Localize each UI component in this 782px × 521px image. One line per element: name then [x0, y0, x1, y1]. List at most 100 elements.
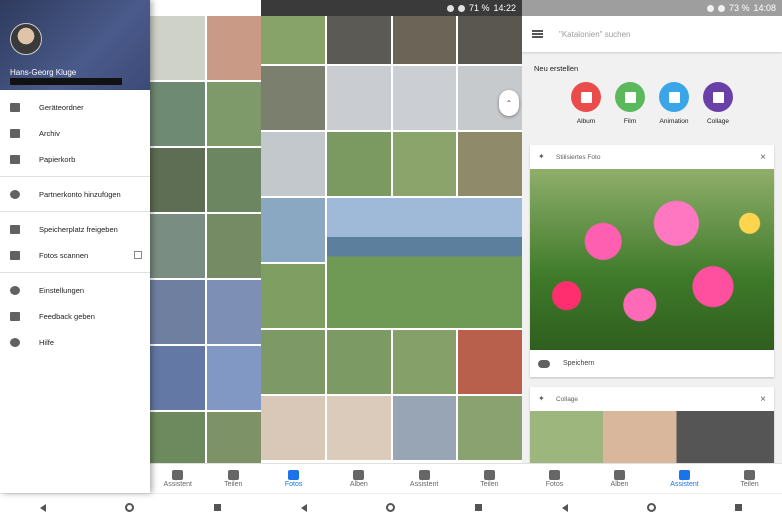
- movie-icon: [615, 82, 645, 112]
- tab-photos[interactable]: Fotos: [522, 464, 587, 493]
- menu-item-free-up-space[interactable]: Speicherplatz freigeben: [0, 216, 150, 242]
- photo-thumb: [206, 16, 261, 80]
- photo-thumb[interactable]: [326, 66, 391, 130]
- photo-thumb[interactable]: [326, 396, 391, 460]
- recents-icon[interactable]: [475, 504, 483, 511]
- photo-thumb: [150, 82, 205, 146]
- back-icon[interactable]: [300, 503, 307, 512]
- menu-label: Archiv: [39, 128, 60, 138]
- archive-icon: [10, 128, 20, 138]
- back-icon[interactable]: [561, 503, 568, 512]
- tab-sharing[interactable]: Teilen: [717, 464, 782, 493]
- tab-sharing[interactable]: Teilen: [457, 464, 522, 493]
- assistant-icon: [418, 469, 430, 480]
- screen-assistant: 73 % 14:08 "Katalonien" suchen Neu erste…: [522, 0, 782, 521]
- stylized-photo-preview[interactable]: [530, 169, 774, 350]
- photo-thumb[interactable]: [326, 132, 391, 196]
- cloud-upload-icon: [538, 359, 550, 368]
- photo-thumb: [150, 280, 205, 344]
- avatar[interactable]: [10, 23, 42, 55]
- create-album-button[interactable]: Album: [571, 82, 601, 125]
- recents-icon[interactable]: [214, 504, 222, 511]
- photoscan-icon: [10, 250, 20, 260]
- sharing-icon: [483, 469, 495, 480]
- menu-item-photoscan[interactable]: Fotos scannen: [0, 242, 150, 268]
- photo-thumb[interactable]: [326, 330, 391, 394]
- settings-icon: [10, 285, 20, 295]
- system-nav-bar: [522, 493, 782, 521]
- tab-assistant[interactable]: Assistent: [652, 464, 717, 493]
- save-button[interactable]: Speichern: [530, 350, 774, 377]
- close-icon[interactable]: ×: [760, 394, 766, 405]
- photo-thumb[interactable]: [261, 264, 325, 328]
- photo-thumb[interactable]: [458, 396, 522, 460]
- tab-sharing[interactable]: Teilen: [206, 464, 262, 493]
- tab-label: Alben: [610, 480, 629, 488]
- menu-label: Fotos scannen: [39, 250, 89, 260]
- free-up-space-icon: [10, 224, 20, 234]
- user-name: Hans-Georg Kluge: [10, 68, 77, 77]
- photos-icon: [288, 469, 300, 480]
- tab-label: Fotos: [545, 480, 564, 488]
- home-icon[interactable]: [646, 503, 656, 512]
- create-animation-button[interactable]: Animation: [659, 82, 689, 125]
- photo-thumb[interactable]: [261, 66, 325, 130]
- menu-item-settings[interactable]: Einstellungen: [0, 277, 150, 303]
- tab-label: Assistent: [670, 480, 699, 488]
- menu-item-feedback[interactable]: Feedback geben: [0, 303, 150, 329]
- menu-item-trash[interactable]: Papierkorb: [0, 146, 150, 172]
- divider: [0, 272, 150, 273]
- screen-photos: 71 % 14:22 ⌃ Fotos Alben Assistent Teile…: [261, 0, 522, 521]
- create-actions: Album Film Animation Collage: [522, 82, 782, 125]
- menu-item-device-folders[interactable]: Geräteordner: [0, 94, 150, 120]
- tab-albums[interactable]: Alben: [587, 464, 652, 493]
- photo-thumb-large[interactable]: [326, 198, 522, 328]
- collage-preview[interactable]: [530, 411, 774, 463]
- photo-thumb: [150, 16, 205, 80]
- tab-assistant[interactable]: Assistent: [392, 464, 457, 493]
- divider: [0, 176, 150, 177]
- photo-thumb[interactable]: [458, 330, 522, 394]
- fast-scroll-handle[interactable]: ⌃: [499, 90, 519, 116]
- tab-label: Alben: [349, 480, 368, 488]
- back-icon[interactable]: [39, 503, 46, 512]
- menu-label: Papierkorb: [39, 154, 76, 164]
- photo-thumb[interactable]: [261, 198, 325, 262]
- photo-thumb[interactable]: [458, 132, 522, 196]
- photo-thumb[interactable]: [392, 396, 457, 460]
- menu-icon[interactable]: [532, 30, 543, 38]
- photo-grid-background: [150, 16, 261, 476]
- sparkle-icon: ✦: [538, 152, 545, 161]
- photo-thumb[interactable]: [261, 330, 325, 394]
- photo-thumb[interactable]: [261, 396, 325, 460]
- tab-assistant[interactable]: Assistent: [150, 464, 206, 493]
- photo-grid: [261, 0, 522, 465]
- sharing-icon: [227, 469, 239, 480]
- menu-label: Geräteordner: [39, 102, 84, 112]
- search-input[interactable]: "Katalonien" suchen: [559, 30, 631, 39]
- photo-thumb[interactable]: [392, 330, 457, 394]
- home-icon[interactable]: [386, 503, 396, 512]
- card-header: ✦ Collage ×: [530, 387, 774, 411]
- home-icon[interactable]: [125, 503, 135, 512]
- wifi-icon: [457, 4, 465, 12]
- tab-albums[interactable]: Alben: [326, 464, 391, 493]
- card-title: Stilisiertes Foto: [556, 153, 601, 161]
- tab-photos[interactable]: Fotos: [261, 464, 326, 493]
- create-movie-button[interactable]: Film: [615, 82, 645, 125]
- close-icon[interactable]: ×: [760, 152, 766, 163]
- divider: [0, 211, 150, 212]
- photo-thumb: [206, 82, 261, 146]
- system-nav-bar: [261, 493, 522, 521]
- menu-item-partner-account[interactable]: Partnerkonto hinzufügen: [0, 181, 150, 207]
- menu-item-help[interactable]: Hilfe: [0, 329, 150, 355]
- status-bar: 71 % 14:22: [261, 0, 522, 16]
- create-collage-button[interactable]: Collage: [703, 82, 733, 125]
- recents-icon[interactable]: [735, 504, 743, 511]
- albums-icon: [353, 469, 365, 480]
- photo-thumb[interactable]: [392, 66, 457, 130]
- photo-thumb[interactable]: [392, 132, 457, 196]
- menu-item-archive[interactable]: Archiv: [0, 120, 150, 146]
- photos-icon: [549, 469, 560, 480]
- photo-thumb[interactable]: [261, 132, 325, 196]
